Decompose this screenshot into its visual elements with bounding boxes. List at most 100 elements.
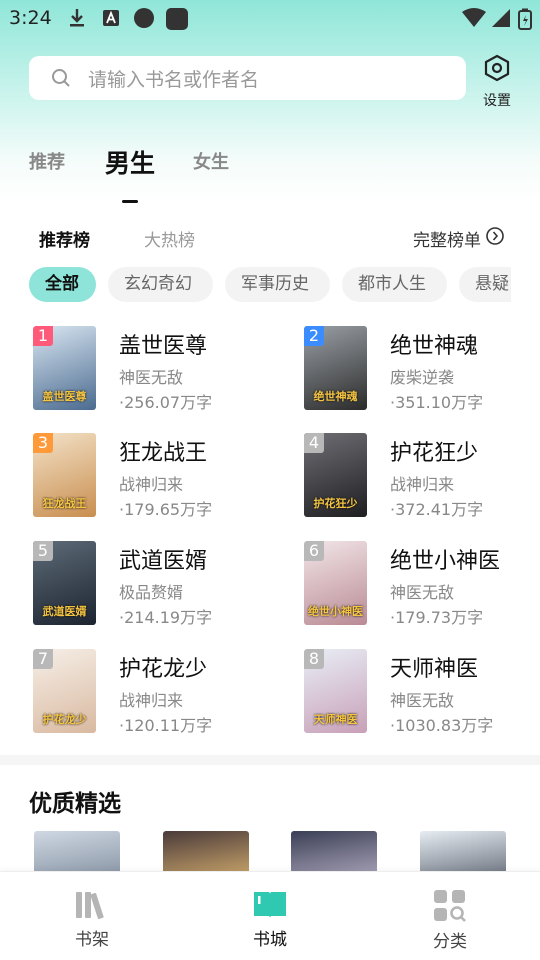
category-grid-icon: [410, 890, 490, 922]
rank-badge: 3: [33, 433, 53, 453]
chevron-right-circle-icon: [481, 227, 504, 250]
rank-badge: 7: [33, 649, 53, 669]
book-cover-title: 天师神医: [313, 713, 358, 726]
nav-bookstore-label: 书城: [253, 930, 287, 950]
tab-hot-rank[interactable]: 大热榜: [144, 226, 195, 251]
tab-recommend[interactable]: 推荐: [29, 148, 65, 174]
settings-label: 设置: [483, 93, 511, 109]
settings-button[interactable]: 设置: [480, 54, 514, 110]
book-cover-title: 护花狂少: [313, 497, 358, 510]
category-chip-urban[interactable]: 都市人生: [342, 267, 447, 302]
book-title: 狂龙战王: [119, 441, 208, 466]
book-words: ·179.73万字: [390, 608, 484, 627]
book-title: 绝世小神医: [390, 549, 501, 574]
book-cover: 天师神医 8: [304, 649, 367, 733]
book-words: ·351.10万字: [390, 393, 484, 412]
book-cover-title: 绝世小神医: [308, 605, 363, 618]
status-bar: 3:24: [0, 0, 540, 36]
premium-book-cover[interactable]: [163, 831, 249, 876]
premium-book-cover[interactable]: [291, 831, 377, 876]
book-item[interactable]: 护花龙少 7 护花龙少 战神归来 ·120.11万字: [33, 649, 263, 739]
battery-icon: [518, 8, 532, 34]
circle-notification-icon: [133, 8, 155, 34]
rank-badge: 2: [304, 326, 324, 346]
rank-badge: 8: [304, 649, 324, 669]
book-title: 武道医婿: [119, 549, 208, 574]
book-cover: 狂龙战王 3: [33, 433, 96, 517]
download-icon: [68, 8, 86, 32]
book-cover-title: 盖世医尊: [42, 390, 87, 403]
book-tag: 废柴逆袭: [390, 368, 455, 387]
rank-badge: 5: [33, 541, 53, 561]
status-time: 3:24: [9, 7, 52, 29]
book-cover: 武道医婿 5: [33, 541, 96, 625]
search-placeholder: 请输入书名或作者名: [88, 68, 260, 91]
bottom-navigation: 书架 书城 分类: [0, 871, 540, 960]
search-bar[interactable]: 请输入书名或作者名: [29, 56, 466, 100]
book-title: 护花狂少: [390, 441, 479, 466]
full-list-link[interactable]: 完整榜单: [413, 226, 504, 251]
full-list-label: 完整榜单: [413, 231, 481, 251]
search-icon: [51, 68, 71, 88]
book-tag: 战神归来: [119, 691, 184, 710]
book-cover: 护花龙少 7: [33, 649, 96, 733]
book-item[interactable]: 绝世神魂 2 绝世神魂 废柴逆袭 ·351.10万字: [304, 326, 534, 416]
book-title: 盖世医尊: [119, 334, 208, 359]
book-cover: 绝世神魂 2: [304, 326, 367, 410]
settings-icon: [483, 54, 511, 86]
book-title: 绝世神魂: [390, 334, 479, 359]
nav-category-label: 分类: [433, 932, 467, 952]
signal-icon: [491, 8, 511, 32]
category-filter-row: 全部 玄幻奇幻 军事历史 都市人生 悬疑: [29, 267, 511, 303]
nav-bookstore[interactable]: 书城: [230, 890, 310, 950]
rank-badge: 4: [304, 433, 324, 453]
book-tag: 神医无敌: [390, 583, 455, 602]
book-words: ·179.65万字: [119, 500, 213, 519]
book-cover: 绝世小神医 6: [304, 541, 367, 625]
square-notification-icon: [166, 8, 188, 34]
tab-male[interactable]: 男生: [105, 144, 155, 180]
premium-book-cover[interactable]: [420, 831, 506, 876]
book-cover-title: 护花龙少: [42, 713, 87, 726]
book-title: 护花龙少: [119, 657, 208, 682]
book-tag: 战神归来: [119, 475, 184, 494]
open-book-icon: [230, 890, 310, 920]
book-item[interactable]: 武道医婿 5 武道医婿 极品赘婿 ·214.19万字: [33, 541, 263, 631]
book-cover-title: 武道医婿: [42, 605, 87, 618]
book-words: ·372.41万字: [390, 500, 484, 519]
book-item[interactable]: 护花狂少 4 护花狂少 战神归来 ·372.41万字: [304, 433, 534, 523]
book-tag: 神医无敌: [390, 691, 455, 710]
rank-badge: 1: [33, 326, 53, 346]
book-cover-title: 狂龙战王: [42, 497, 87, 510]
book-item[interactable]: 盖世医尊 1 盖世医尊 神医无敌 ·256.07万字: [33, 326, 263, 416]
category-chip-mystery[interactable]: 悬疑: [459, 267, 511, 302]
section-divider: [0, 755, 540, 765]
nav-bookshelf[interactable]: 书架: [52, 890, 132, 950]
wifi-icon: [462, 8, 486, 32]
tab-recommend-rank[interactable]: 推荐榜: [39, 226, 90, 251]
rank-badge: 6: [304, 541, 324, 561]
tab-female[interactable]: 女生: [193, 148, 229, 174]
book-cover: 盖世医尊 1: [33, 326, 96, 410]
nav-bookshelf-label: 书架: [75, 930, 109, 950]
app-notification-icon: [102, 8, 120, 32]
book-words: ·214.19万字: [119, 608, 213, 627]
nav-category[interactable]: 分类: [410, 890, 490, 952]
book-item[interactable]: 天师神医 8 天师神医 神医无敌 ·1030.83万字: [304, 649, 534, 739]
book-words: ·120.11万字: [119, 716, 213, 735]
category-chip-fantasy[interactable]: 玄幻奇幻: [108, 267, 213, 302]
premium-section-title: 优质精选: [29, 790, 121, 817]
book-title: 天师神医: [390, 657, 479, 682]
book-words: ·256.07万字: [119, 393, 213, 412]
premium-book-cover[interactable]: [34, 831, 120, 876]
book-words: ·1030.83万字: [390, 716, 494, 735]
category-chip-all[interactable]: 全部: [29, 267, 96, 302]
book-item[interactable]: 绝世小神医 6 绝世小神医 神医无敌 ·179.73万字: [304, 541, 534, 631]
book-item[interactable]: 狂龙战王 3 狂龙战王 战神归来 ·179.65万字: [33, 433, 263, 523]
category-chip-military[interactable]: 军事历史: [225, 267, 330, 302]
active-tab-indicator: [122, 200, 138, 203]
book-cover-title: 绝世神魂: [313, 390, 358, 403]
book-tag: 战神归来: [390, 475, 455, 494]
book-tag: 神医无敌: [119, 368, 184, 387]
book-cover: 护花狂少 4: [304, 433, 367, 517]
